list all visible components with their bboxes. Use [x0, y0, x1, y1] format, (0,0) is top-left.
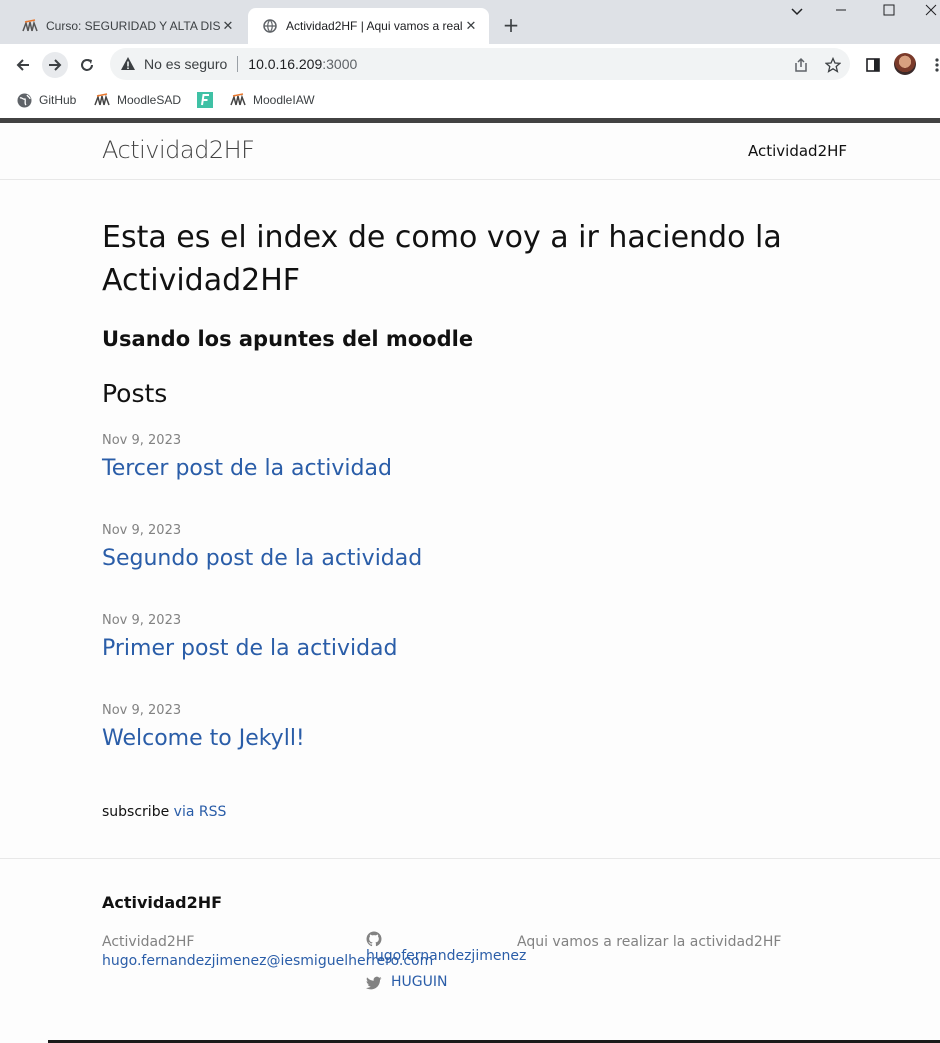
bookmark-moodleiaw[interactable]: MoodleIAW [230, 92, 315, 108]
bookmark-label: MoodleIAW [253, 93, 315, 107]
side-panel-icon[interactable] [864, 56, 882, 74]
rss-subscribe: subscribe via RSS [102, 804, 842, 820]
divider [237, 56, 239, 72]
moodle-icon [230, 92, 246, 108]
bookmark-label: GitHub [39, 93, 77, 107]
back-arrow-icon [16, 59, 29, 71]
bookmark-github[interactable]: GitHub [16, 92, 76, 108]
tab-search-icon[interactable] [782, 4, 812, 20]
post-item: Nov 9, 2023 Primer post de la actividad [102, 612, 842, 702]
bookmark-label: MoodleSAD [117, 93, 182, 107]
footer-heading: Actividad2HF [102, 893, 223, 912]
web-page: Actividad2HF Actividad2HF Esta es el ind… [0, 118, 940, 1043]
globe-icon [16, 92, 32, 108]
twitter-icon [366, 976, 382, 989]
footer-social: hugofernandezjimenez HUGUIN [366, 931, 526, 992]
forward-button[interactable] [42, 52, 68, 78]
post-item: Nov 9, 2023 Segundo post de la actividad [102, 522, 842, 612]
post-date: Nov 9, 2023 [102, 523, 182, 538]
tab-title: Curso: SEGURIDAD Y ALTA DISPONIBILIDAD [46, 19, 220, 33]
twitter-social: HUGUIN [366, 973, 526, 992]
post-link[interactable]: Primer post de la actividad [102, 634, 842, 664]
subscribe-text: subscribe [102, 804, 170, 820]
new-tab-button[interactable]: + [500, 14, 522, 36]
moodle-icon [22, 18, 38, 34]
close-icon[interactable]: ✕ [220, 19, 236, 34]
bookmark-moodlesad[interactable]: MoodleSAD [94, 92, 181, 108]
close-icon[interactable]: ✕ [463, 19, 479, 34]
post-item: Nov 9, 2023 Welcome to Jekyll! [102, 702, 842, 792]
github-icon [366, 931, 382, 947]
post-item: Nov 9, 2023 Tercer post de la actividad [102, 432, 842, 522]
github-user-link[interactable]: hugofernandezjimenez [366, 947, 526, 966]
profile-avatar[interactable] [894, 53, 916, 75]
bookmark-star-icon[interactable] [824, 56, 842, 74]
nav-link-actividad2hf[interactable]: Actividad2HF [748, 142, 847, 160]
security-status[interactable]: No es seguro [144, 56, 227, 72]
github-social [366, 931, 526, 947]
post-date: Nov 9, 2023 [102, 703, 182, 718]
page-heading: Esta es el index de como voy a ir hacien… [102, 220, 782, 298]
url-port: :3000 [322, 56, 358, 72]
warning-icon [121, 57, 135, 70]
post-date: Nov 9, 2023 [102, 613, 182, 628]
forward-arrow-icon [49, 59, 62, 71]
share-icon[interactable] [792, 56, 810, 74]
page-subheading: Usando los apuntes del moodle [102, 327, 474, 351]
reload-icon [81, 59, 93, 71]
url-host: 10.0.16.209 [248, 56, 323, 72]
tab-title: Actividad2HF | Aqui vamos a realizar la … [286, 19, 463, 33]
tab-actividad2hf[interactable]: Actividad2HF | Aqui vamos a realizar la … [248, 8, 489, 44]
post-link[interactable]: Segundo post de la actividad [102, 544, 842, 574]
close-window-button[interactable] [916, 4, 940, 20]
back-button[interactable] [10, 52, 36, 78]
post-date: Nov 9, 2023 [102, 433, 182, 448]
site-footer: Actividad2HF Actividad2HF hugo.fernandez… [0, 858, 940, 1043]
main-content: Esta es el index de como voy a ir hacien… [102, 216, 842, 820]
site-header: Actividad2HF Actividad2HF [0, 123, 940, 180]
address-bar[interactable]: No es seguro 10.0.16.209:3000 [110, 48, 850, 80]
posts-heading: Posts [102, 379, 168, 408]
tab-strip: Curso: SEGURIDAD Y ALTA DISPONIBILIDAD ✕… [0, 0, 940, 44]
f-app-icon [197, 92, 213, 108]
browser-toolbar: No es seguro 10.0.16.209:3000 [0, 44, 940, 84]
twitter-user-link[interactable]: HUGUIN [391, 973, 447, 992]
moodle-icon [94, 92, 110, 108]
bookmarks-bar: GitHub MoodleSAD MoodleIAW [0, 84, 940, 118]
reload-button[interactable] [74, 52, 100, 78]
bookmark-f-app[interactable] [197, 92, 220, 108]
globe-icon [262, 18, 278, 34]
more-menu-icon[interactable] [928, 56, 940, 74]
site-title-link[interactable]: Actividad2HF [102, 136, 255, 164]
post-link[interactable]: Welcome to Jekyll! [102, 724, 842, 754]
post-link[interactable]: Tercer post de la actividad [102, 454, 842, 484]
maximize-button[interactable] [874, 4, 904, 20]
rss-link[interactable]: via RSS [174, 804, 227, 820]
tab-moodle-course[interactable]: Curso: SEGURIDAD Y ALTA DISPONIBILIDAD ✕ [8, 8, 246, 44]
minimize-button[interactable] [826, 2, 856, 22]
footer-description: Aqui vamos a realizar la actividad2HF [517, 934, 782, 950]
post-list: Nov 9, 2023 Tercer post de la actividad … [102, 432, 842, 792]
